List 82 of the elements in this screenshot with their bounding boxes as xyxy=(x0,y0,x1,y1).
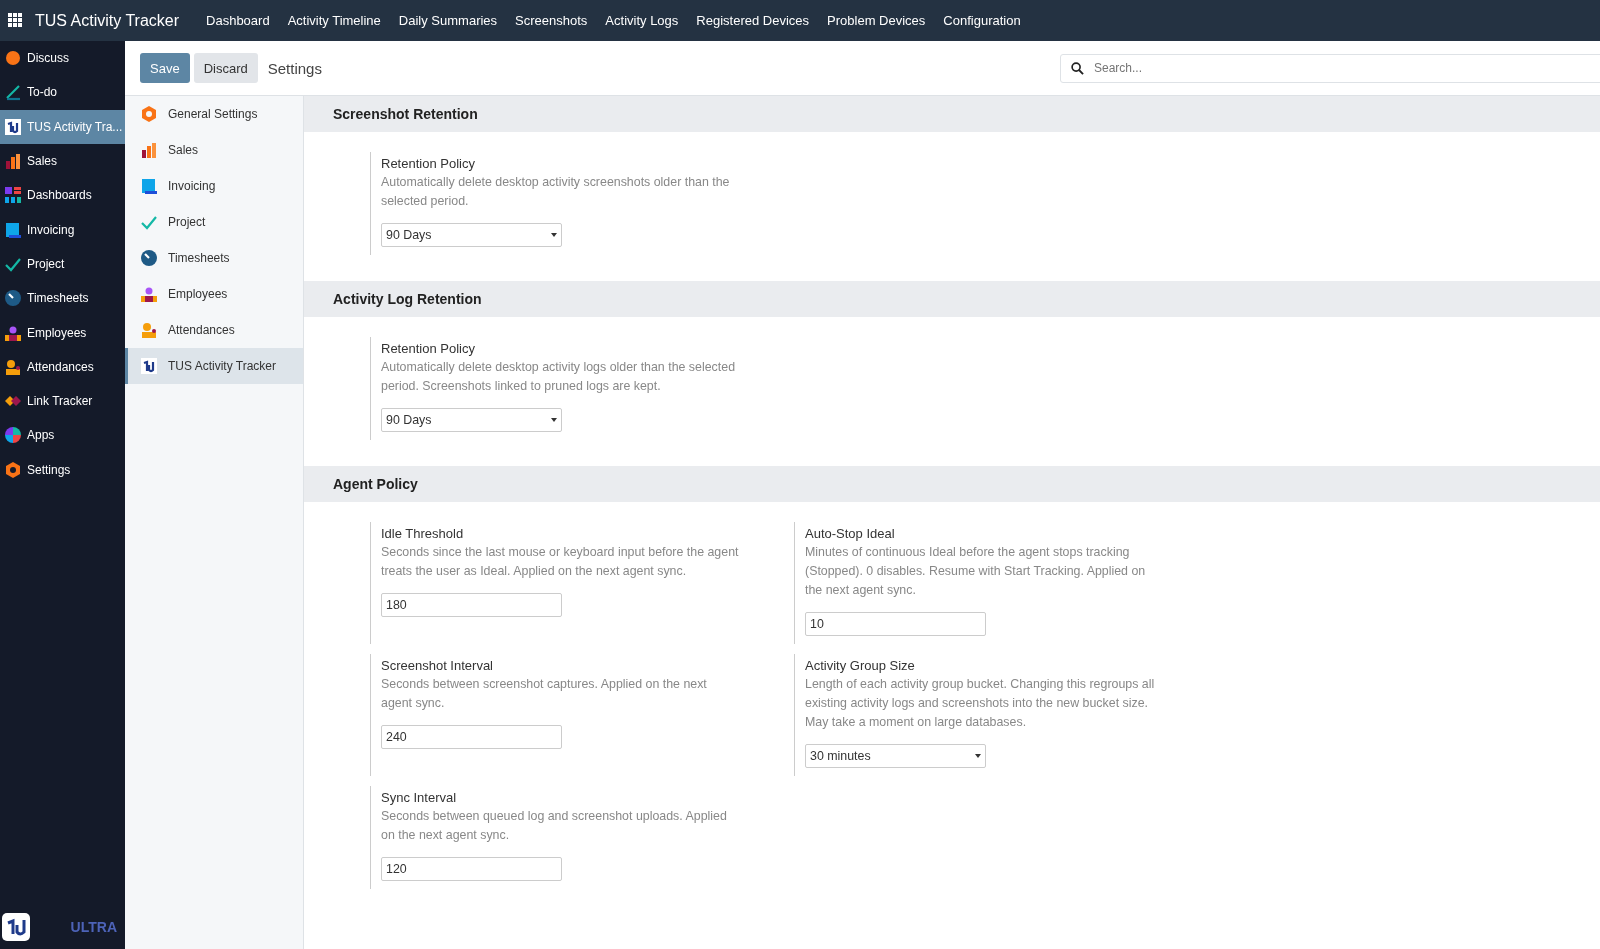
bar-chart-icon xyxy=(140,141,158,159)
settings-nav-item[interactable]: Timesheets xyxy=(125,240,303,276)
pie-icon xyxy=(4,426,22,445)
select-field[interactable]: 90 Days xyxy=(381,223,562,247)
input-field[interactable]: 10 xyxy=(805,612,986,636)
brand-name: ULTRA xyxy=(70,919,117,935)
app-menu-item[interactable]: Sales xyxy=(0,143,125,179)
app-menu-item[interactable]: Discuss xyxy=(0,41,125,76)
bubble-icon xyxy=(4,49,22,68)
caret-icon xyxy=(551,233,557,237)
hexagon-icon xyxy=(140,105,158,123)
section-header: Screenshot Retention xyxy=(304,96,1600,132)
menu-item[interactable]: Screenshots xyxy=(506,13,597,28)
discard-button[interactable]: Discard xyxy=(193,53,258,83)
select-field[interactable]: 30 minutes xyxy=(805,744,986,768)
app-menu-item[interactable]: Invoicing xyxy=(0,212,125,247)
settings-nav-item[interactable]: Invoicing xyxy=(125,168,303,204)
bar-chart-icon xyxy=(4,152,22,171)
settings-nav-item[interactable]: Project xyxy=(125,204,303,240)
setting-label: Idle Threshold xyxy=(381,526,465,541)
save-button[interactable]: Save xyxy=(140,53,190,83)
input-field[interactable]: 120 xyxy=(381,857,562,881)
menu-grid-icon[interactable] xyxy=(8,13,23,28)
logo-icon xyxy=(140,357,158,375)
setting-label: Retention Policy xyxy=(381,156,476,171)
clock-dial-icon xyxy=(4,289,22,308)
caret-icon xyxy=(551,418,557,422)
app-menu-item[interactable]: Settings xyxy=(0,452,125,487)
menu-item[interactable]: Dashboard xyxy=(197,13,279,28)
menu-item[interactable]: Problem Devices xyxy=(818,13,935,28)
app-menu-item[interactable]: To-do xyxy=(0,75,125,110)
settings-nav-item[interactable]: Attendances xyxy=(125,312,303,348)
setting-help-text: Minutes of continuous Ideal before the agent stops tracking (Stopped). 0 disables. Resume with Start Tracking. Applied on the next agent sync. xyxy=(805,544,1147,599)
input-field[interactable]: 180 xyxy=(381,593,562,617)
app-menu-item[interactable]: TUS Activity Tra... xyxy=(0,109,125,144)
menu-item[interactable]: Registered Devices xyxy=(687,13,819,28)
setting-label: Retention Policy xyxy=(381,341,476,356)
menu-item[interactable]: Configuration xyxy=(934,13,1030,28)
setting-help-text: Automatically delete desktop activity logs older than the selected period. Screenshots linked to pruned logs are kept. xyxy=(381,359,737,395)
select-field[interactable]: 90 Days xyxy=(381,408,562,432)
settings-nav-item[interactable]: Sales xyxy=(125,132,303,168)
settings-nav-item[interactable]: Employees xyxy=(125,276,303,312)
app-menu-item[interactable]: Employees xyxy=(0,315,125,350)
invoice-icon xyxy=(140,177,158,195)
logo-icon xyxy=(4,117,22,136)
setting-label: Screenshot Interval xyxy=(381,658,494,673)
settings-nav-item[interactable]: TUS Activity Tracker xyxy=(125,348,303,384)
setting-help-text: Seconds since the last mouse or keyboard input before the agent treats the user as Ideal. Applied on the next agent sync. xyxy=(381,544,740,580)
caret-icon xyxy=(975,754,981,758)
clock-dial-icon xyxy=(140,249,158,267)
people-icon xyxy=(140,285,158,303)
app-menu-item[interactable]: Project xyxy=(0,246,125,282)
logo-icon xyxy=(2,913,30,941)
breadcrumb: Settings xyxy=(267,59,322,77)
setting-help-text: Seconds between queued log and screenshot uploads. Applied on the next agent sync. xyxy=(381,808,728,844)
app-menu-item[interactable]: Attendances xyxy=(0,349,125,384)
setting-label: Auto-Stop Ideal xyxy=(805,526,896,541)
search-icon xyxy=(1071,61,1084,75)
menu-item[interactable]: Activity Timeline xyxy=(278,13,390,28)
person-icon xyxy=(4,357,22,376)
setting-label: Sync Interval xyxy=(381,790,458,805)
app-menu-item[interactable]: Apps xyxy=(0,418,125,453)
menu-item[interactable]: Activity Logs xyxy=(596,13,688,28)
setting-help-text: Length of each activity group bucket. Changing this regroups all existing activity logs and screenshots into the new bucket size. May take a moment on large databases. xyxy=(805,676,1156,731)
dashboard-icon xyxy=(4,186,22,205)
menu-item[interactable]: Daily Summaries xyxy=(389,13,507,28)
app-menu-item[interactable]: Link Tracker xyxy=(0,383,125,419)
pen-stroke-icon xyxy=(4,83,22,102)
search-field[interactable]: Search... xyxy=(1060,53,1600,83)
setting-help-text: Seconds between screenshot captures. Applied on the next agent sync. xyxy=(381,676,708,712)
input-field[interactable]: 240 xyxy=(381,725,562,749)
setting-help-text: Automatically delete desktop activity screenshots older than the selected period. xyxy=(381,174,731,210)
invoice-icon xyxy=(4,220,22,239)
hexagon-icon xyxy=(4,460,22,479)
section-header: Agent Policy xyxy=(304,466,1600,502)
app-menu-item[interactable]: Timesheets xyxy=(0,281,125,316)
app-menu-item[interactable]: Dashboards xyxy=(0,178,125,213)
app-title: TUS Activity Tracker xyxy=(35,11,180,30)
setting-label: Activity Group Size xyxy=(805,658,916,673)
section-header: Activity Log Retention xyxy=(304,281,1600,317)
settings-nav-item[interactable]: General Settings xyxy=(125,96,303,132)
person-icon xyxy=(140,321,158,339)
